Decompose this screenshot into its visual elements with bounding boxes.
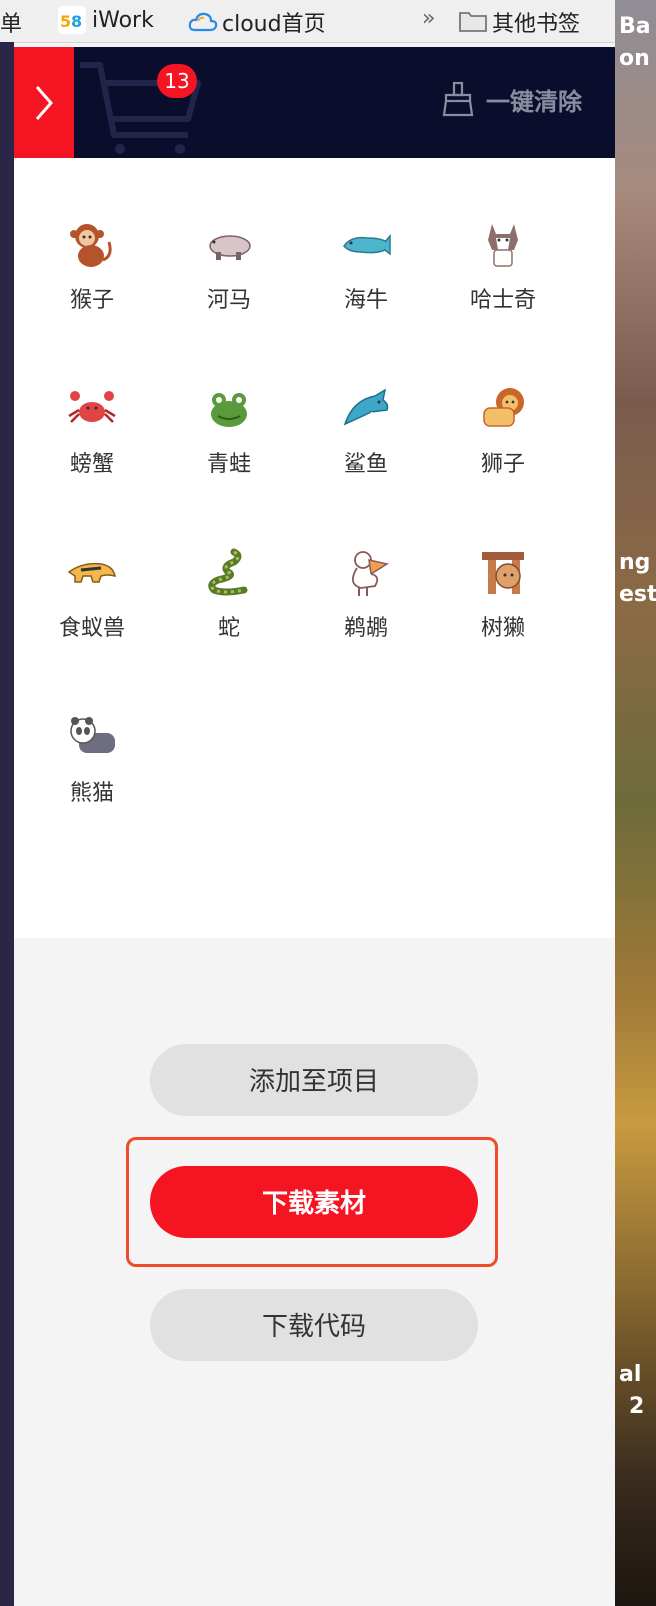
bookmark-cloud-label: cloud首页 [222, 12, 326, 37]
icon-label: 青蛙 [206, 452, 251, 477]
desktop-text: Ba [619, 14, 651, 39]
svg-text:5: 5 [60, 12, 71, 31]
folder-icon [458, 8, 487, 36]
broom-icon [442, 81, 474, 117]
anteater-icon [67, 562, 116, 583]
collapse-panel-button[interactable] [14, 47, 74, 158]
bookmark-menu[interactable]: 菜单 [0, 6, 22, 38]
bookmark-iwork-label: iWork [92, 7, 154, 33]
overflow-chevron-icon: » [422, 6, 436, 31]
panda-icon [70, 717, 115, 753]
desktop-text: al [619, 1362, 642, 1387]
icon-label: 河马 [206, 288, 251, 313]
cloud-icon [188, 8, 218, 36]
icon-label: 哈士奇 [469, 288, 536, 313]
icon-item-husky[interactable]: 哈士奇 [433, 220, 573, 360]
icon-label: 食蚁兽 [58, 616, 125, 641]
clear-all-label: 一键清除 [486, 87, 582, 116]
bookmark-iwork[interactable]: 58 iWork [58, 6, 154, 34]
chevron-right-icon [35, 85, 53, 120]
clear-all-button[interactable]: 一键清除 [442, 81, 582, 117]
action-area: 添加至项目 下载素材 下载代码 [14, 938, 615, 1606]
svg-text:8: 8 [71, 12, 82, 31]
bookmarks-overflow[interactable]: » [422, 6, 435, 31]
icon-label: 蛇 [217, 616, 240, 641]
icon-item-panda[interactable]: 熊猫 [22, 713, 162, 853]
manatee-icon [343, 233, 391, 256]
bookmark-other-label: 其他书签 [492, 12, 581, 37]
icon-item-snake[interactable]: 蛇 [159, 548, 299, 688]
download-code-button[interactable]: 下载代码 [150, 1289, 478, 1361]
icon-label: 螃蟹 [69, 452, 114, 477]
desktop-text: est [619, 582, 656, 607]
cart-count-badge: 13 [157, 64, 197, 98]
underlying-page-edge [0, 42, 14, 1606]
desktop-text: ng [619, 550, 651, 575]
icon-item-manatee[interactable]: 海牛 [296, 220, 436, 360]
snake-icon [208, 548, 248, 596]
desktop-background: Ba on ng est al 2 [615, 0, 656, 1606]
icon-item-monkey[interactable]: 猴子 [22, 220, 162, 360]
shark-icon [343, 388, 389, 426]
pelican-icon [351, 551, 389, 596]
icon-item-sloth[interactable]: 树獭 [433, 548, 573, 688]
monkey-icon [70, 224, 112, 267]
icon-label: 鲨鱼 [343, 452, 388, 477]
add-to-project-button[interactable]: 添加至项目 [150, 1044, 478, 1116]
icon-label: 猴子 [69, 288, 114, 313]
icon-item-anteater[interactable]: 食蚁兽 [22, 548, 162, 688]
58-logo-icon: 58 [58, 6, 86, 34]
desktop-text: on [619, 46, 650, 71]
icon-label: 熊猫 [69, 781, 114, 806]
desktop-text: 2 [629, 1394, 645, 1419]
bookmark-other[interactable]: 其他书签 [458, 6, 580, 38]
icon-item-hippo[interactable]: 河马 [159, 220, 299, 360]
lion-icon [483, 388, 524, 427]
crab-icon [68, 391, 116, 423]
icon-label: 鹈鹕 [343, 616, 388, 641]
frog-icon [211, 393, 247, 427]
husky-icon [488, 224, 518, 267]
hippo-icon [209, 235, 251, 260]
icon-item-lion[interactable]: 狮子 [433, 384, 573, 524]
cart-header: 13 一键清除 [14, 47, 615, 158]
bookmark-menu-label: 菜单 [0, 12, 23, 37]
icon-label: 海牛 [343, 288, 388, 313]
icon-item-frog[interactable]: 青蛙 [159, 384, 299, 524]
selected-icons-panel: 猴子 河马 海牛 哈士奇 螃蟹 青蛙 鲨鱼 狮子 食蚁兽 蛇 鹈鹕 树獭 熊猫 [14, 158, 615, 938]
icon-item-pelican[interactable]: 鹈鹕 [296, 548, 436, 688]
icon-item-crab[interactable]: 螃蟹 [22, 384, 162, 524]
download-assets-button[interactable]: 下载素材 [150, 1166, 478, 1238]
sloth-icon [482, 552, 524, 594]
icon-label: 树獭 [480, 616, 525, 641]
bookmark-cloud[interactable]: cloud首页 [188, 6, 326, 38]
icon-item-shark[interactable]: 鲨鱼 [296, 384, 436, 524]
bookmarks-bar: 菜单 58 iWork cloud首页 » 其他书签 [0, 0, 615, 43]
icon-label: 狮子 [480, 452, 525, 477]
